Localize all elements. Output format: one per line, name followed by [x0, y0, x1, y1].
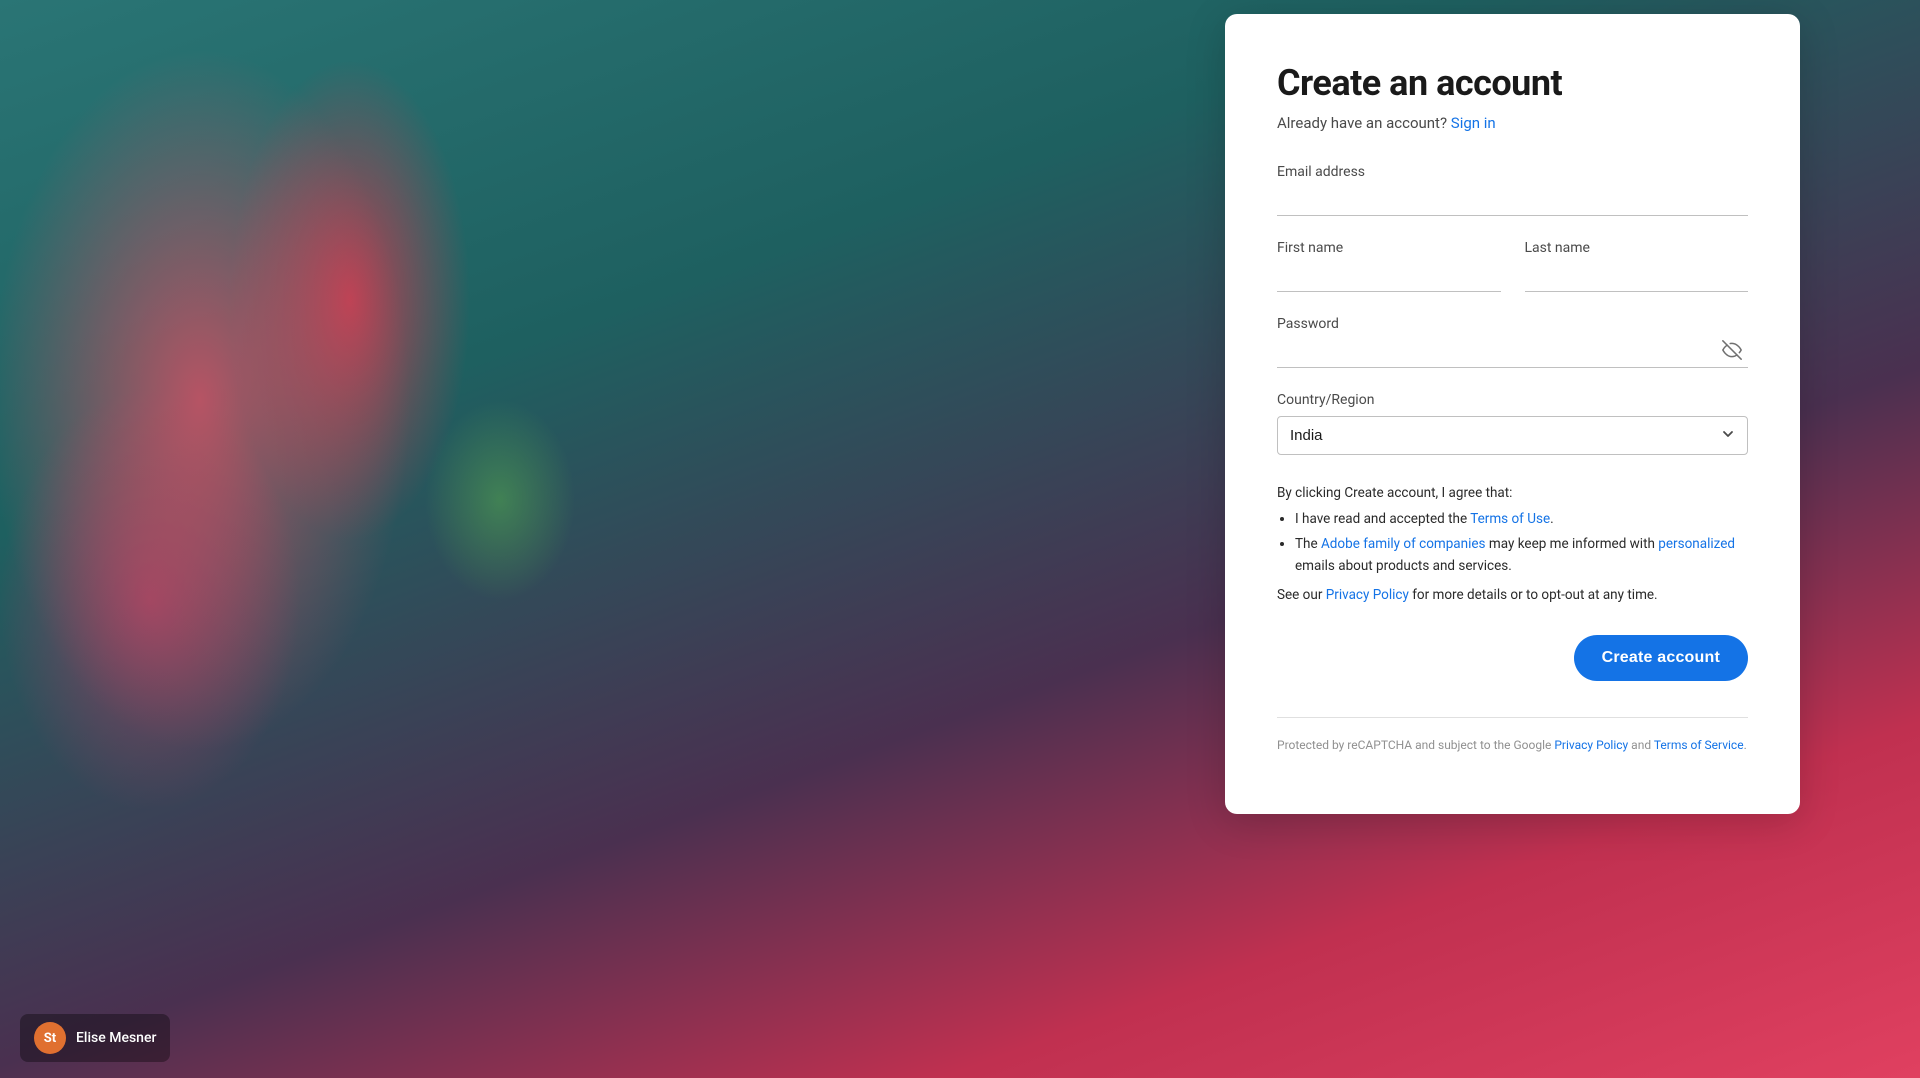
agreement-section: By clicking Create account, I agree that…	[1277, 483, 1748, 607]
page-title: Create an account	[1277, 62, 1748, 104]
privacy-policy-link[interactable]: Privacy Policy	[1326, 587, 1409, 603]
agreement-item-1-before: I have read and accepted the	[1295, 511, 1470, 527]
privacy-note-after: for more details or to opt-out at any ti…	[1409, 587, 1658, 603]
privacy-note: See our Privacy Policy for more details …	[1277, 585, 1748, 607]
create-account-panel: Create an account Already have an accoun…	[1225, 14, 1800, 814]
agreement-item-2-after: emails about products and services.	[1295, 558, 1512, 574]
agreement-intro: By clicking Create account, I agree that…	[1277, 485, 1512, 501]
google-terms-link[interactable]: Terms of Service	[1654, 738, 1744, 752]
agreement-item-2-middle: may keep me informed with	[1486, 536, 1659, 552]
divider	[1277, 717, 1748, 718]
email-field-container: Email address	[1277, 164, 1748, 216]
page-layout: Create an account Already have an accoun…	[0, 0, 1920, 1078]
last-name-field-container: Last name	[1525, 240, 1749, 292]
agreement-item-2-before: The	[1295, 536, 1321, 552]
first-name-field-container: First name	[1277, 240, 1501, 292]
user-name: Elise Mesner	[76, 1030, 156, 1046]
password-label: Password	[1277, 316, 1748, 332]
recaptcha-before: Protected by reCAPTCHA and subject to th…	[1277, 738, 1554, 752]
first-name-label: First name	[1277, 240, 1501, 256]
personalized-link[interactable]: personalized	[1658, 536, 1735, 552]
country-select[interactable]: India United States United Kingdom Canad…	[1277, 416, 1748, 455]
adobe-family-link[interactable]: Adobe family of companies	[1321, 536, 1486, 552]
email-label: Email address	[1277, 164, 1748, 180]
last-name-label: Last name	[1525, 240, 1749, 256]
privacy-note-before: See our	[1277, 587, 1326, 603]
password-input[interactable]	[1277, 338, 1748, 368]
google-privacy-link[interactable]: Privacy Policy	[1554, 738, 1628, 752]
last-name-input[interactable]	[1525, 262, 1749, 292]
country-select-wrapper: India United States United Kingdom Canad…	[1277, 416, 1748, 455]
recaptcha-middle: and	[1628, 738, 1654, 752]
first-name-input[interactable]	[1277, 262, 1501, 292]
agreement-item-2: The Adobe family of companies may keep m…	[1295, 534, 1748, 577]
password-field-container: Password	[1277, 316, 1748, 368]
agreement-item-1-after: .	[1550, 511, 1554, 527]
email-input[interactable]	[1277, 186, 1748, 216]
create-account-button[interactable]: Create account	[1574, 635, 1748, 681]
agreement-list: I have read and accepted the Terms of Us…	[1295, 509, 1748, 578]
sign-in-row: Already have an account? Sign in	[1277, 114, 1748, 132]
agreement-item-1: I have read and accepted the Terms of Us…	[1295, 509, 1748, 531]
sign-in-link[interactable]: Sign in	[1451, 114, 1496, 132]
terms-of-use-link[interactable]: Terms of Use	[1470, 511, 1550, 527]
country-field-container: Country/Region India United States Unite…	[1277, 392, 1748, 455]
eye-slash-icon[interactable]	[1720, 338, 1744, 362]
recaptcha-after: .	[1744, 738, 1747, 752]
name-row: First name Last name	[1277, 240, 1748, 292]
avatar: St	[34, 1022, 66, 1054]
country-label: Country/Region	[1277, 392, 1748, 408]
user-bar: St Elise Mesner	[20, 1014, 170, 1062]
recaptcha-section: Protected by reCAPTCHA and subject to th…	[1277, 736, 1748, 755]
sign-in-prompt: Already have an account?	[1277, 114, 1447, 132]
